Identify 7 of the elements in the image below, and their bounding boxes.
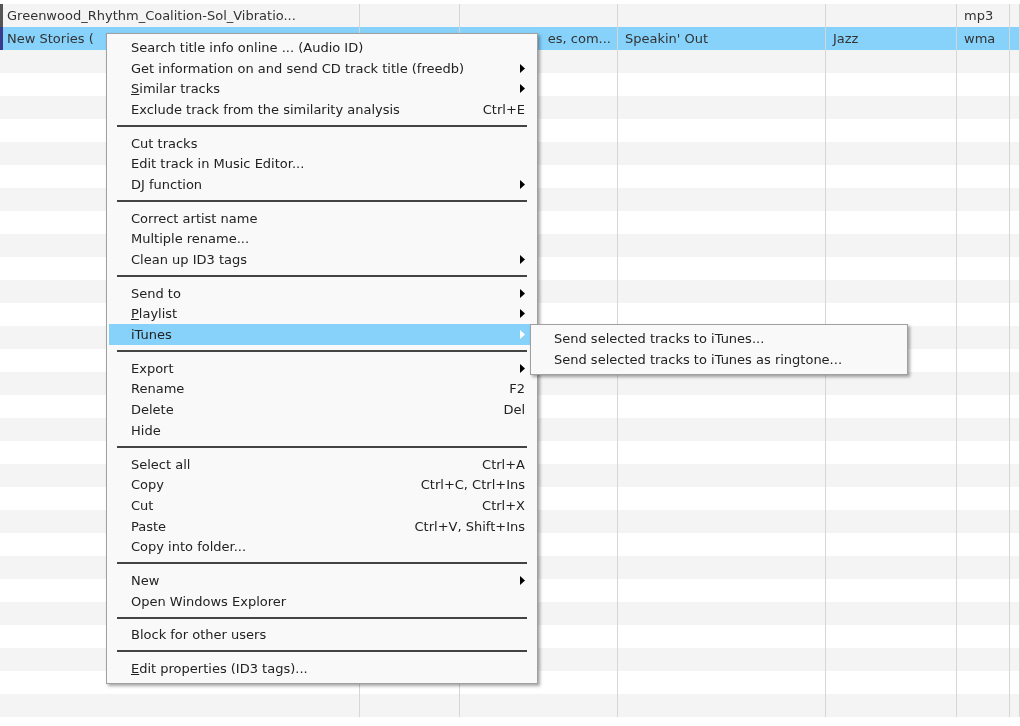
table-cell: Speakin' Out [625,31,709,46]
table-cell: wma [964,31,996,46]
table-cell: Greenwood_Rhythm_Coalition-Sol_Vibratio... [7,8,296,23]
table-cell: Jazz [833,31,859,46]
table-cell: es, com... [547,31,611,46]
table-cell: New Stories ( [7,31,94,46]
table-cell: mp3 [964,8,994,23]
